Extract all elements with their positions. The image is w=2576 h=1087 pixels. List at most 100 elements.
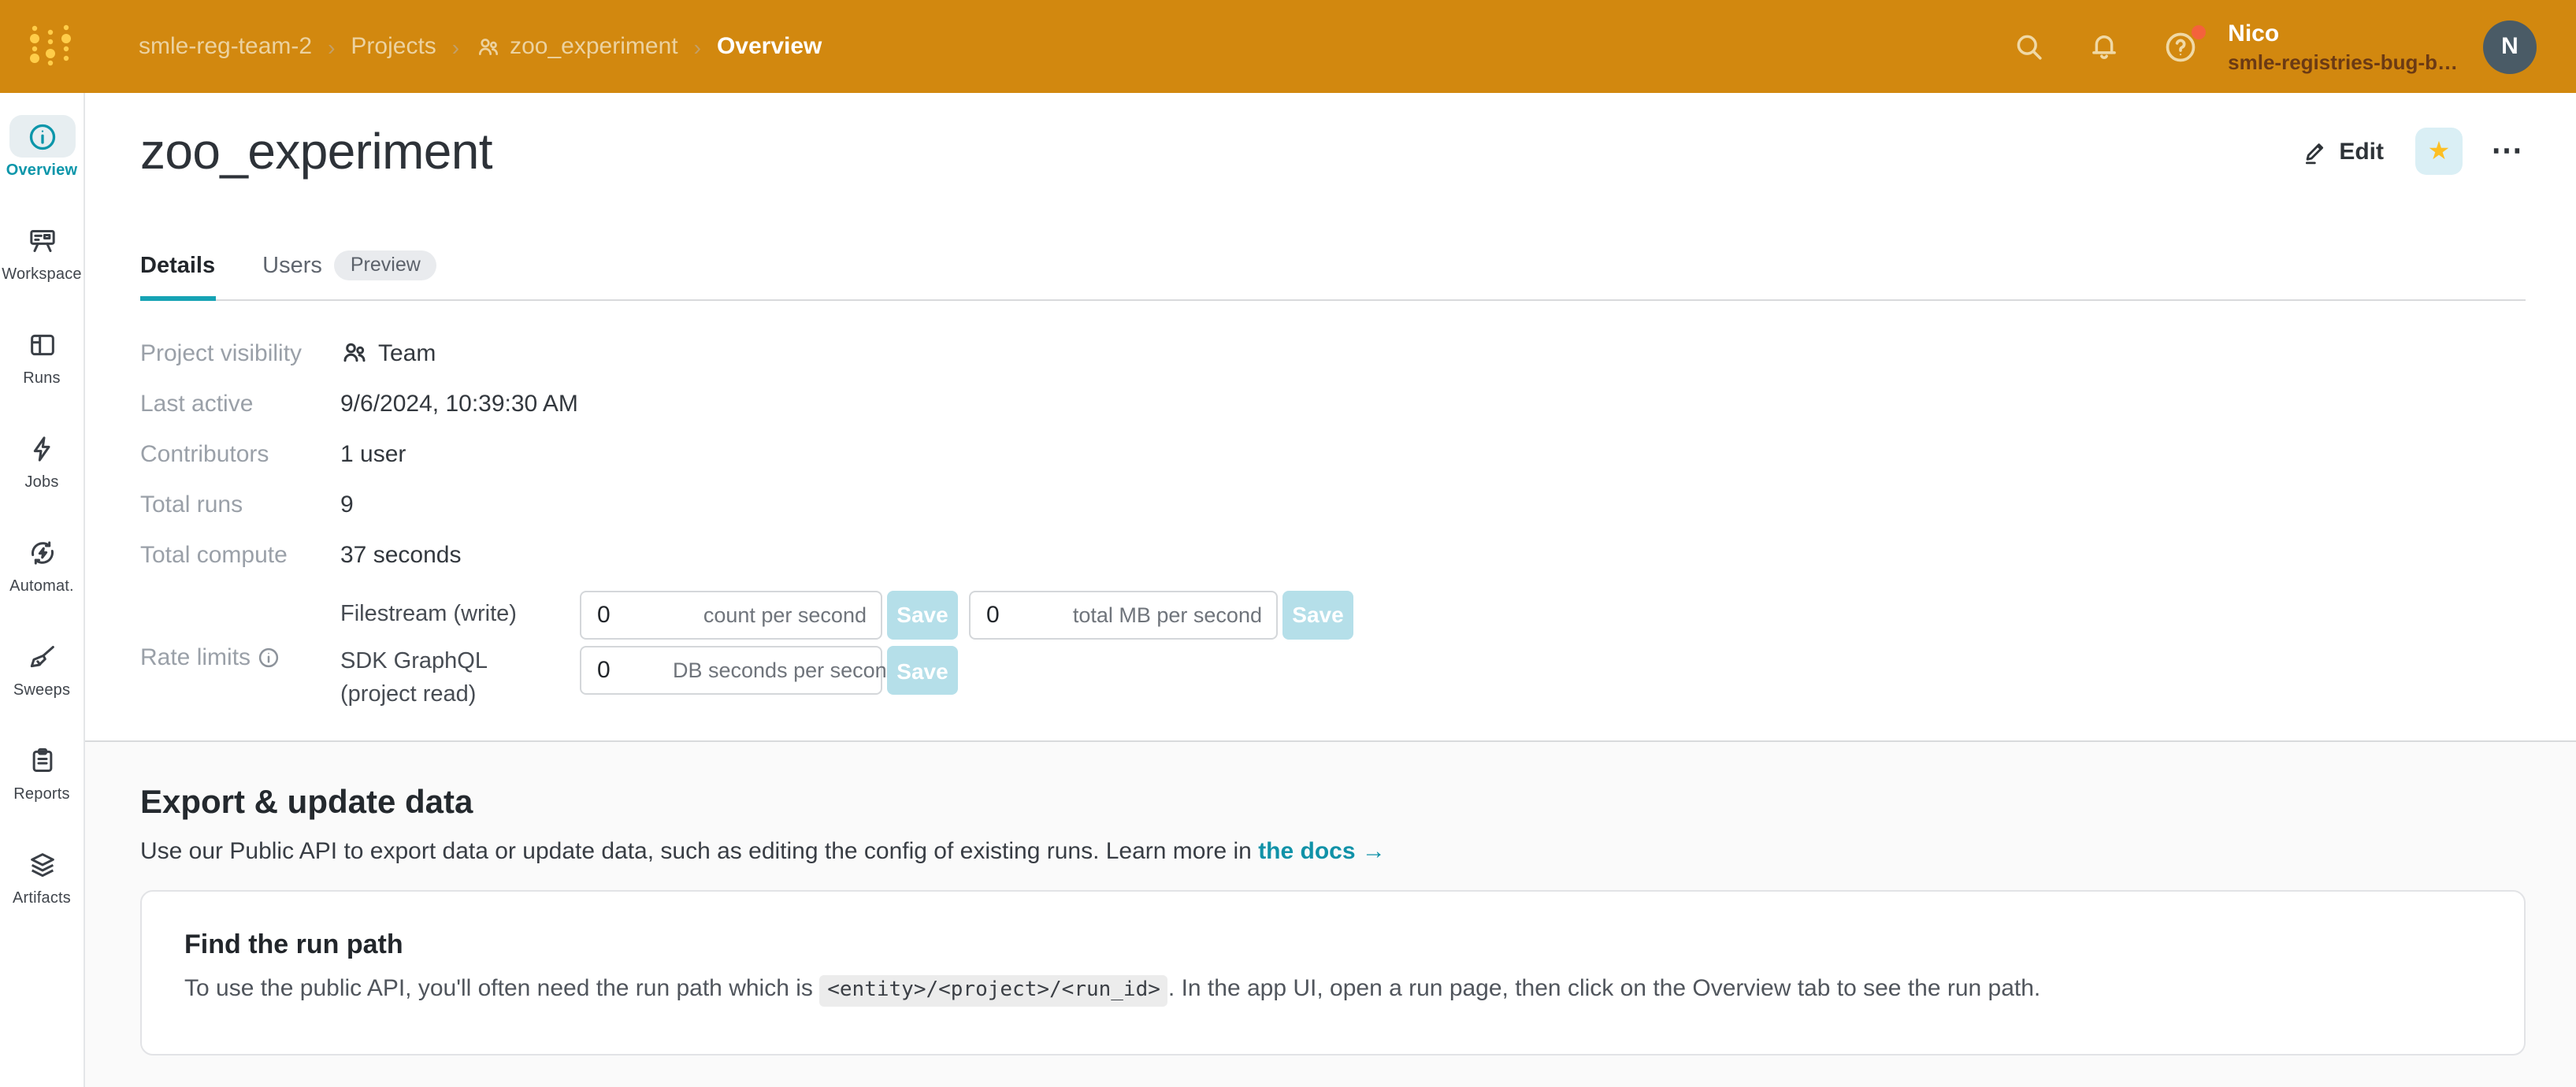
rate-limit-row-filestream: Filestream (write) count per second Save <box>340 586 2526 643</box>
save-button[interactable]: Save <box>887 646 958 695</box>
sidebar-item-reports[interactable]: Reports <box>0 739 84 843</box>
help-icon[interactable] <box>2163 29 2198 64</box>
rate-limits-label-text: Rate limits <box>140 644 251 670</box>
detail-row-total-compute: Total compute 37 seconds <box>140 529 2526 580</box>
card-title: Find the run path <box>184 929 2481 961</box>
sdk-label-line1: SDK GraphQL <box>340 649 488 674</box>
detail-value: 37 seconds <box>340 541 461 568</box>
avatar-initial: N <box>2501 33 2518 60</box>
sidebar-item-label: Automat. <box>0 578 84 595</box>
runs-table-icon <box>26 328 58 360</box>
user-org: smle-registries-bug-b… <box>2228 51 2458 72</box>
rate-limits-rows: Filestream (write) count per second Save <box>340 586 2526 728</box>
rate-limit-row-label: Filestream (write) <box>340 598 580 631</box>
breadcrumb-separator: › <box>452 34 459 59</box>
tab-users[interactable]: Users Preview <box>262 250 436 299</box>
team-icon <box>340 339 369 367</box>
clipboard-icon <box>26 744 58 776</box>
team-icon <box>475 34 500 59</box>
notifications-bell-icon[interactable] <box>2088 30 2121 63</box>
sidebar-item-artifacts[interactable]: Artifacts <box>0 843 84 947</box>
export-description-text: Use our Public API to export data or upd… <box>140 838 1258 865</box>
export-section: Export & update data Use our Public API … <box>85 740 2576 1087</box>
info-icon[interactable] <box>257 645 280 669</box>
breadcrumb-separator: › <box>694 34 701 59</box>
rate-limits-block: Rate limits Filestream (write) count per… <box>140 586 2526 728</box>
sidebar-item-workspace[interactable]: Workspace <box>0 219 84 323</box>
sdk-graphql-input[interactable] <box>581 657 673 684</box>
detail-value: 1 user <box>340 440 406 467</box>
sidebar-item-label: Workspace <box>0 266 84 284</box>
run-path-code: <entity>/<project>/<run_id> <box>819 975 1168 1007</box>
search-icon[interactable] <box>2012 30 2045 63</box>
sidebar-item-jobs[interactable]: Jobs <box>0 427 84 531</box>
tab-details-label: Details <box>140 253 215 278</box>
breadcrumb-page: Overview <box>717 33 822 60</box>
detail-row-total-runs: Total runs 9 <box>140 479 2526 529</box>
workspace-icon <box>26 224 58 256</box>
sidebar-item-automations[interactable]: Automat. <box>0 531 84 635</box>
sidebar-item-label: Reports <box>0 786 84 803</box>
detail-label: Contributors <box>140 440 340 467</box>
tab-users-label: Users <box>262 253 322 278</box>
rate-limit-field: count per second Save <box>580 590 958 639</box>
overflow-menu-button[interactable]: ⋯ <box>2488 137 2526 165</box>
rate-limit-row-sdk: SDK GraphQL (project read) DB seconds pe… <box>340 646 2526 728</box>
sidebar-item-label: Jobs <box>0 474 84 492</box>
find-run-path-card: Find the run path To use the public API,… <box>140 890 2526 1055</box>
detail-label: Total compute <box>140 541 340 568</box>
favorite-star-button[interactable]: ★ <box>2415 128 2463 175</box>
card-text-after: . In the app UI, open a run page, then c… <box>1168 975 2040 1002</box>
sidebar-item-label: Artifacts <box>0 890 84 907</box>
visibility-value: Team <box>378 339 436 366</box>
edit-button[interactable]: Edit <box>2292 132 2393 171</box>
avatar[interactable]: N <box>2483 20 2537 73</box>
card-text-before: To use the public API, you'll often need… <box>184 975 819 1002</box>
detail-label: Project visibility <box>140 339 340 366</box>
wandb-logo-icon[interactable] <box>19 19 74 74</box>
details-panel: Project visibility Team Last active 9/6/… <box>140 328 2526 728</box>
breadcrumb: smle-reg-team-2 › Projects › zoo_experim… <box>139 33 822 60</box>
export-section-title: Export & update data <box>140 742 2526 822</box>
detail-row-last-active: Last active 9/6/2024, 10:39:30 AM <box>140 378 2526 428</box>
filestream-mb-input[interactable] <box>971 601 1062 628</box>
detail-row-visibility: Project visibility Team <box>140 328 2526 378</box>
sidebar-item-sweeps[interactable]: Sweeps <box>0 635 84 739</box>
input-suffix: count per second <box>703 603 881 626</box>
sidebar-item-label: Sweeps <box>0 682 84 699</box>
preview-badge: Preview <box>335 250 436 280</box>
filestream-count-input[interactable] <box>581 601 673 628</box>
docs-link[interactable]: the docs → <box>1258 838 1386 865</box>
sidebar-item-label: Runs <box>0 370 84 388</box>
tab-details[interactable]: Details <box>140 250 215 299</box>
automations-icon <box>26 536 58 568</box>
star-icon: ★ <box>2428 135 2451 167</box>
save-button[interactable]: Save <box>887 590 958 639</box>
save-button[interactable]: Save <box>1282 590 1353 639</box>
detail-value: Team <box>340 339 436 367</box>
project-sidebar: Overview Workspace Runs Jobs <box>0 93 85 1087</box>
overflow-dots-icon: ⋯ <box>2491 134 2522 169</box>
sidebar-item-runs[interactable]: Runs <box>0 323 84 427</box>
input-suffix: DB seconds per second <box>673 659 913 682</box>
breadcrumb-projects[interactable]: Projects <box>351 33 436 60</box>
detail-row-contributors: Contributors 1 user <box>140 428 2526 479</box>
detail-value: 9/6/2024, 10:39:30 AM <box>340 390 578 417</box>
header-actions: Edit ★ ⋯ <box>2292 128 2526 175</box>
page-title: zoo_experiment <box>140 122 492 180</box>
lightning-icon <box>26 432 58 464</box>
detail-label: Last active <box>140 390 340 417</box>
page-header: zoo_experiment Edit ★ ⋯ <box>140 118 2526 184</box>
input-suffix: total MB per second <box>1073 603 1276 626</box>
user-menu[interactable]: Nico smle-registries-bug-b… <box>2228 21 2458 72</box>
breadcrumb-project[interactable]: zoo_experiment <box>475 33 677 60</box>
sidebar-item-overview[interactable]: Overview <box>0 115 84 219</box>
top-navbar: smle-reg-team-2 › Projects › zoo_experim… <box>0 0 2576 93</box>
sdk-label-line2: (project read) <box>340 682 476 707</box>
rate-limit-row-label: SDK GraphQL (project read) <box>340 646 580 712</box>
detail-label: Total runs <box>140 491 340 518</box>
edit-button-label: Edit <box>2339 138 2384 165</box>
pencil-icon <box>2301 138 2328 165</box>
details-tabs: Details Users Preview <box>140 250 2526 301</box>
breadcrumb-team[interactable]: smle-reg-team-2 <box>139 33 312 60</box>
